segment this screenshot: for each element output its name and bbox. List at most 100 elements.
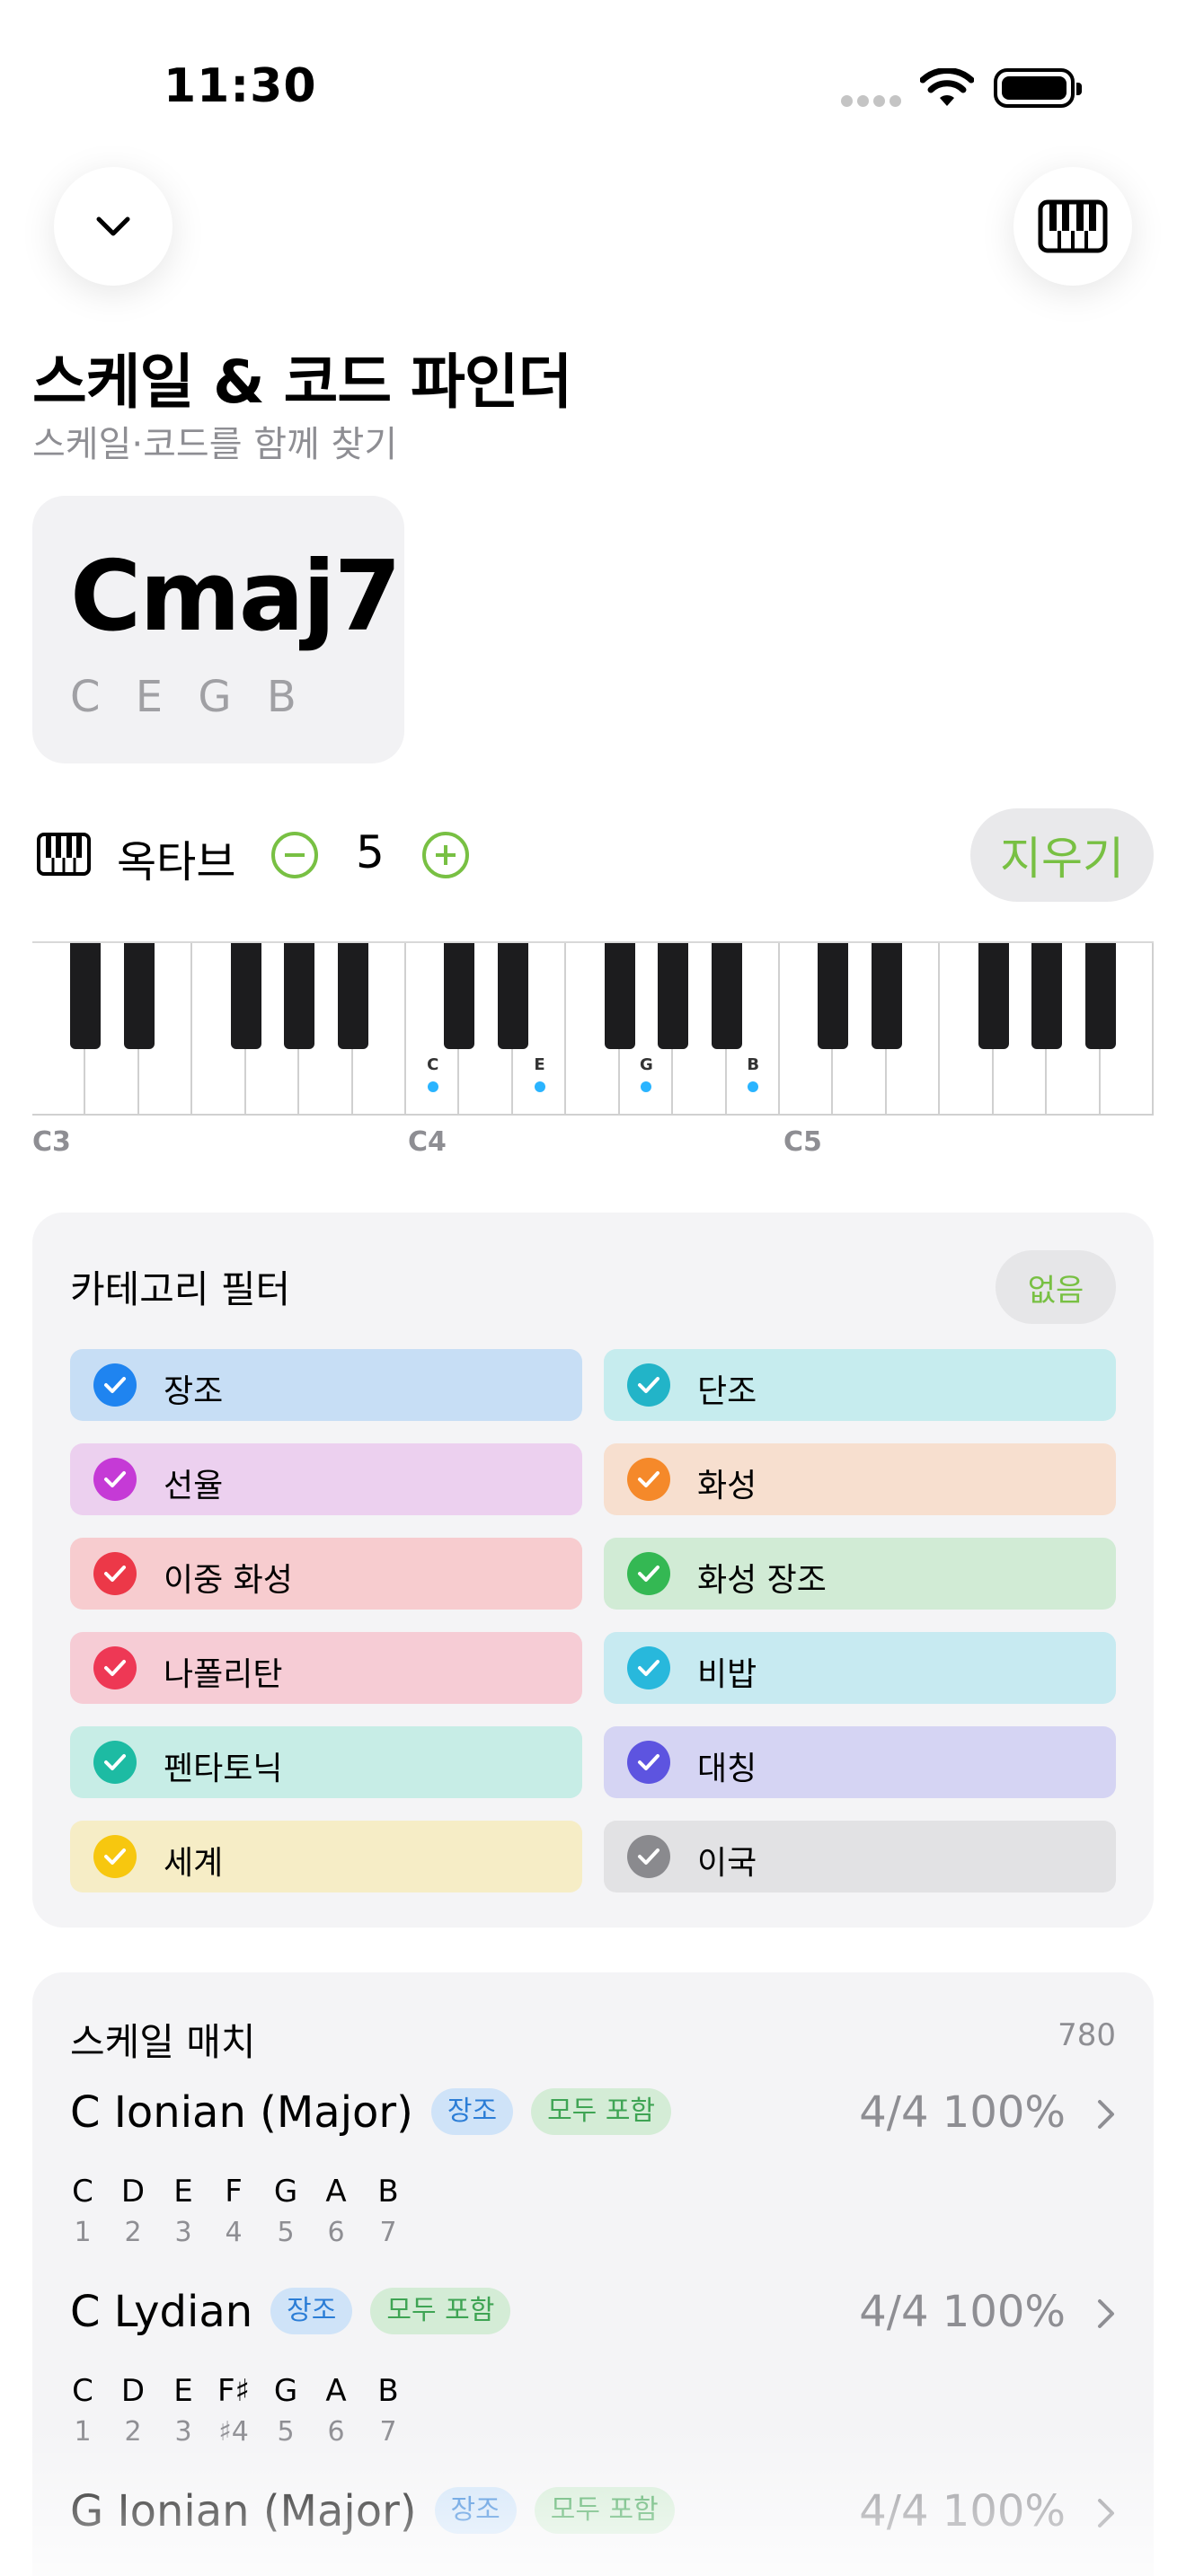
scale-match-row[interactable]: C Lydian 장조 모두 포함 4/4 100% C D E F♯ G A B 1 2 3 ♯4 5 6 7 <box>70 2287 1116 2466</box>
category-chip[interactable]: 펜타토닉 <box>70 1726 582 1798</box>
black-key[interactable] <box>871 943 902 1049</box>
black-key[interactable] <box>1084 943 1116 1049</box>
clear-button[interactable]: 지우기 <box>970 808 1154 902</box>
scale-note: A <box>325 2373 347 2409</box>
black-key[interactable] <box>818 943 849 1049</box>
category-chip-label: 단조 <box>697 1373 757 1410</box>
scale-degree: 3 <box>174 2217 192 2248</box>
black-key[interactable] <box>658 943 689 1049</box>
octave-control: 옥타브 5 지우기 <box>32 808 1154 902</box>
scale-degree: ♯4 <box>218 2416 249 2448</box>
scale-name-text: G Ionian (Major) <box>70 2486 417 2536</box>
checkmark-icon <box>627 1552 670 1595</box>
category-chip[interactable]: 나폴리탄 <box>70 1632 582 1704</box>
scale-category-tag: 장조 <box>434 2487 517 2534</box>
scale-note: F♯ <box>217 2373 250 2409</box>
scale-match-card: 스케일 매치 780 C Ionian (Major) 장조 모두 포함 4/4 10… <box>32 1972 1154 2576</box>
piano-mode-button[interactable] <box>1013 167 1132 286</box>
checkmark-icon <box>627 1741 670 1784</box>
filter-none-button[interactable]: 없음 <box>996 1250 1116 1324</box>
category-chip[interactable]: 선율 <box>70 1443 582 1515</box>
category-chip-label: 화성 장조 <box>697 1562 827 1599</box>
black-key[interactable] <box>123 943 155 1049</box>
scale-note: F <box>225 2174 243 2210</box>
scale-note: A <box>325 2174 347 2210</box>
category-chip[interactable]: 화성 장조 <box>604 1538 1116 1610</box>
page-subtitle: 스케일·코드를 함께 찾기 <box>32 424 398 465</box>
scale-score: 4/4 100% <box>859 2486 1066 2536</box>
checkmark-icon <box>627 1835 670 1878</box>
dismiss-button[interactable] <box>54 167 173 286</box>
scale-degree: 5 <box>277 2217 295 2248</box>
checkmark-icon <box>627 1458 670 1501</box>
black-key[interactable] <box>284 943 315 1049</box>
scale-degree: 7 <box>379 2416 397 2448</box>
scale-degree: 6 <box>327 2416 345 2448</box>
scale-note: D <box>120 2373 146 2409</box>
checkmark-icon <box>93 1458 137 1501</box>
chord-card: Cmaj7 C E G B <box>32 496 404 763</box>
scale-degree: 2 <box>124 2416 142 2448</box>
scale-match-row[interactable]: G Ionian (Major) 장조 모두 포함 4/4 100% <box>70 2486 1116 2576</box>
scale-name: C Lydian 장조 모두 포함 <box>70 2287 511 2338</box>
octave-label: 옥타브 <box>117 837 236 887</box>
scale-degree: 1 <box>74 2217 92 2248</box>
scale-degree: 2 <box>124 2217 142 2248</box>
octave-decrement-button[interactable] <box>271 832 318 878</box>
category-chip-label: 선율 <box>164 1468 224 1504</box>
black-key[interactable] <box>444 943 475 1049</box>
checkmark-icon <box>93 1835 137 1878</box>
page-title: 스케일 & 코드 파인더 <box>32 348 572 417</box>
black-key[interactable] <box>604 943 635 1049</box>
scale-name-text: C Lydian <box>70 2287 253 2337</box>
category-chip[interactable]: 단조 <box>604 1349 1116 1421</box>
category-chip[interactable]: 세계 <box>70 1821 582 1892</box>
octave-value: 5 <box>356 826 385 878</box>
chevron-down-icon <box>96 216 130 236</box>
category-chip[interactable]: 대칭 <box>604 1726 1116 1798</box>
chevron-right-icon <box>1098 2499 1114 2527</box>
chevron-right-icon <box>1098 2299 1114 2328</box>
checkmark-icon <box>93 1363 137 1407</box>
scale-match-title: 스케일 매치 <box>70 2020 256 2064</box>
scale-match-row[interactable]: C Ionian (Major) 장조 모두 포함 4/4 100% C D E F G A B 1 2… <box>70 2087 1116 2267</box>
scale-note: B <box>377 2373 399 2409</box>
scale-match-tag: 모두 포함 <box>534 2487 675 2534</box>
category-chip-label: 이국 <box>697 1845 757 1882</box>
key-note-label: E <box>534 1055 545 1074</box>
scale-match-tag: 모두 포함 <box>531 2088 672 2135</box>
scale-note: E <box>173 2373 193 2409</box>
piano-keyboard[interactable]: CEGB <box>32 941 1154 1116</box>
key-highlight-dot <box>534 1081 545 1092</box>
battery-icon <box>994 68 1082 108</box>
black-key[interactable] <box>711 943 742 1049</box>
black-key[interactable] <box>70 943 102 1049</box>
scale-degree: 1 <box>74 2416 92 2448</box>
category-chip[interactable]: 이국 <box>604 1821 1116 1892</box>
category-chip[interactable]: 장조 <box>70 1349 582 1421</box>
scale-degree: 3 <box>174 2416 192 2448</box>
scale-name: G Ionian (Major) 장조 모두 포함 <box>70 2486 675 2537</box>
category-chip-label: 화성 <box>697 1468 757 1504</box>
category-chip[interactable]: 비밥 <box>604 1632 1116 1704</box>
category-chip[interactable]: 화성 <box>604 1443 1116 1515</box>
checkmark-icon <box>93 1741 137 1784</box>
filter-title: 카테고리 필터 <box>70 1267 291 1311</box>
scale-name-text: C Ionian (Major) <box>70 2087 413 2138</box>
key-highlight-dot <box>427 1081 438 1092</box>
scale-degree: 6 <box>327 2217 345 2248</box>
scale-name: C Ionian (Major) 장조 모두 포함 <box>70 2087 672 2139</box>
black-key[interactable] <box>497 943 528 1049</box>
scale-score: 4/4 100% <box>859 2287 1066 2337</box>
chord-notes: C E G B <box>70 672 307 722</box>
black-key[interactable] <box>1031 943 1063 1049</box>
checkmark-icon <box>627 1646 670 1689</box>
scale-score: 4/4 100% <box>859 2087 1066 2138</box>
black-key[interactable] <box>230 943 261 1049</box>
category-chip[interactable]: 이중 화성 <box>70 1538 582 1610</box>
octave-increment-button[interactable] <box>422 832 469 878</box>
chord-name: Cmaj7 <box>70 541 402 653</box>
scale-degree: 5 <box>277 2416 295 2448</box>
black-key[interactable] <box>337 943 368 1049</box>
black-key[interactable] <box>978 943 1009 1049</box>
